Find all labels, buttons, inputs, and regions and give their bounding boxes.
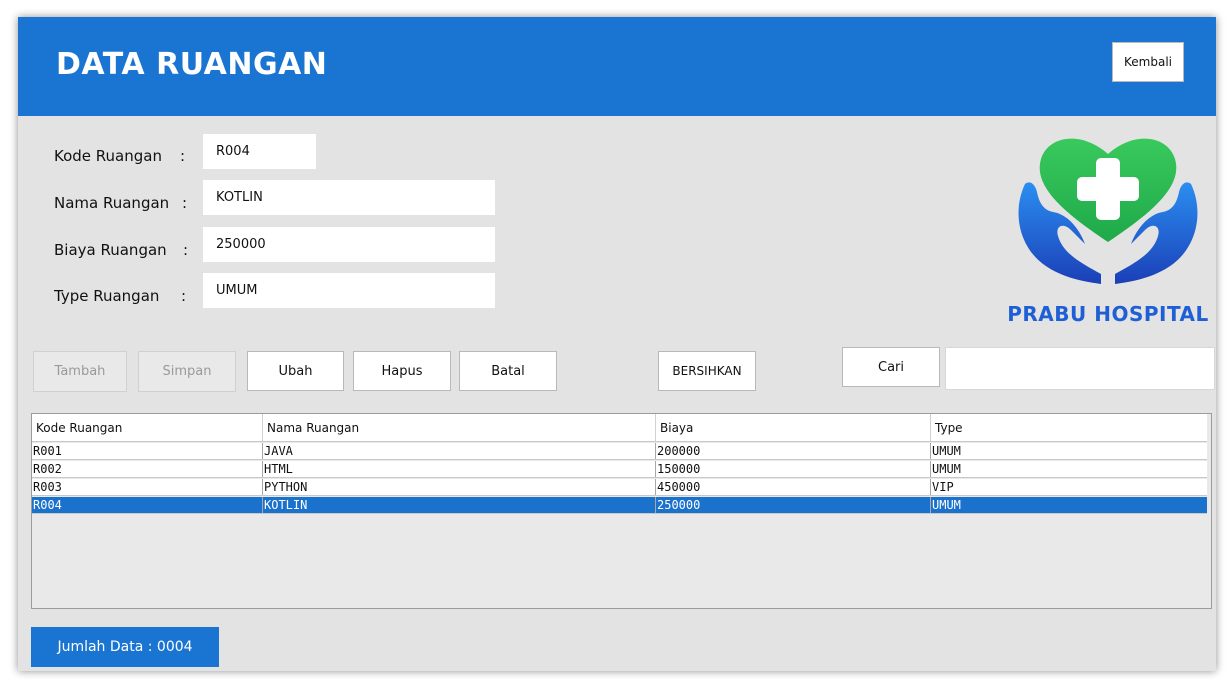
room-name-field[interactable]: KOTLIN: [203, 180, 495, 215]
room-name-colon: :: [182, 194, 188, 212]
column-header-code[interactable]: Kode Ruangan: [32, 414, 263, 441]
room-cost-label: Biaya Ruangan: [54, 241, 167, 259]
cell-type: UMUM: [932, 444, 961, 458]
cell-code: R004: [32, 497, 263, 513]
room-type-field[interactable]: UMUM: [203, 273, 495, 308]
cell-cost: 250000: [656, 497, 931, 513]
search-button[interactable]: Cari: [842, 347, 940, 387]
room-cost-field[interactable]: 250000: [203, 227, 495, 262]
table-row[interactable]: R002 HTML 150000 UMUM: [32, 461, 1207, 478]
cell-type: VIP: [932, 480, 954, 494]
cancel-button[interactable]: Batal: [459, 351, 557, 391]
cell-name: PYTHON: [263, 479, 656, 495]
hospital-logo-text: PRABU HOSPITAL: [1007, 302, 1209, 326]
cell-name: KOTLIN: [263, 497, 656, 513]
room-table: Kode Ruangan Nama Ruangan Biaya Type R00…: [31, 413, 1212, 609]
save-button[interactable]: Simpan: [138, 351, 236, 392]
room-code-colon: :: [180, 147, 186, 165]
search-input[interactable]: [945, 347, 1215, 390]
add-button[interactable]: Tambah: [33, 351, 127, 392]
back-button[interactable]: Kembali: [1112, 42, 1184, 82]
room-type-colon: :: [181, 287, 187, 305]
cell-name: HTML: [263, 461, 656, 477]
cell-code: R002: [32, 461, 263, 477]
room-code-label: Kode Ruangan: [54, 147, 162, 165]
page-title: DATA RUANGAN: [56, 47, 328, 82]
column-header-type[interactable]: Type: [931, 414, 1207, 441]
cell-name: JAVA: [263, 443, 656, 459]
room-type-label: Type Ruangan: [54, 287, 160, 305]
cell-cost: 200000: [656, 443, 931, 459]
room-code-field[interactable]: R004: [203, 134, 316, 169]
cell-cost: 450000: [656, 479, 931, 495]
cell-code: R001: [32, 443, 263, 459]
cell-type: UMUM: [932, 462, 961, 476]
table-row[interactable]: R001 JAVA 200000 UMUM: [32, 443, 1207, 460]
table-row[interactable]: R003 PYTHON 450000 VIP: [32, 479, 1207, 496]
room-data-window: DATA RUANGAN Kembali Kode Ruangan : R004…: [18, 17, 1216, 671]
column-header-cost[interactable]: Biaya: [656, 414, 931, 441]
room-cost-colon: :: [183, 241, 189, 259]
header-bar: DATA RUANGAN Kembali: [18, 17, 1216, 116]
table-header: Kode Ruangan Nama Ruangan Biaya Type: [32, 414, 1207, 442]
room-name-label: Nama Ruangan: [54, 194, 170, 212]
delete-button[interactable]: Hapus: [353, 351, 451, 391]
cell-cost: 150000: [656, 461, 931, 477]
clear-button[interactable]: BERSIHKAN: [658, 351, 756, 391]
column-header-name[interactable]: Nama Ruangan: [263, 414, 656, 441]
table-row-selected[interactable]: R004 KOTLIN 250000 UMUM: [32, 497, 1207, 514]
cell-type: UMUM: [932, 498, 961, 512]
record-count-badge: Jumlah Data : 0004: [31, 627, 219, 667]
cell-code: R003: [32, 479, 263, 495]
edit-button[interactable]: Ubah: [247, 351, 344, 391]
